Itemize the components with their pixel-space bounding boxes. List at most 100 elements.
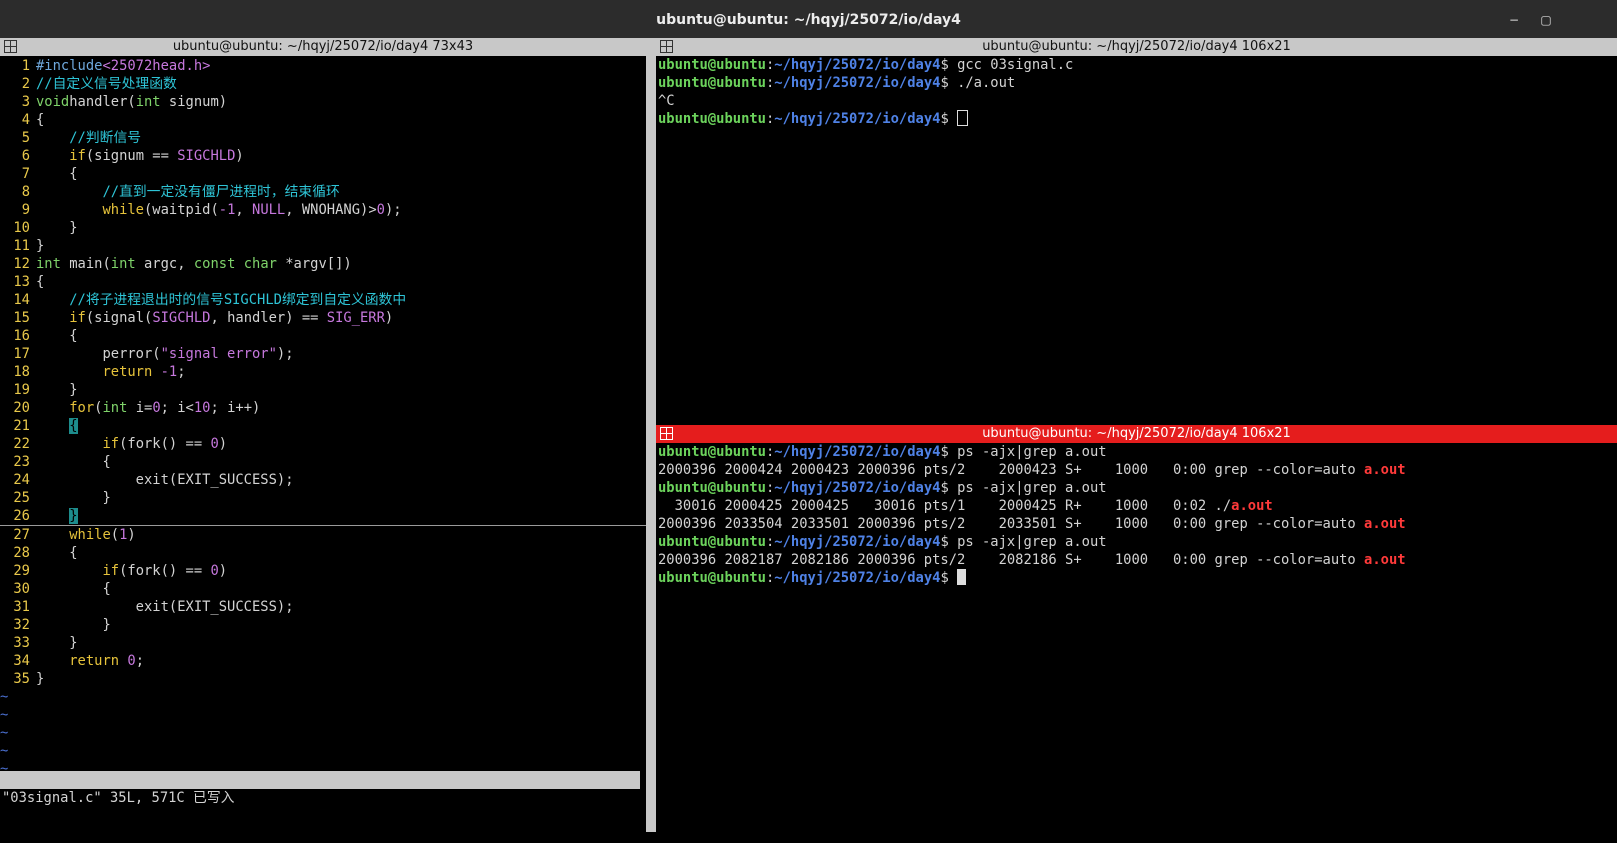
code-token: (: [110, 527, 120, 543]
left-pane-header[interactable]: ubuntu@ubuntu: ~/hqyj/25072/io/day4 73x4…: [0, 38, 646, 56]
status-position: 26,2-5: [481, 808, 531, 824]
code-token: }: [36, 490, 111, 506]
code-line[interactable]: 22 if(fork() == 0): [0, 435, 646, 453]
code-token: }: [36, 671, 45, 687]
code-token: {: [36, 274, 45, 290]
line-number: 30: [13, 581, 30, 597]
code-token: ): [218, 563, 228, 579]
window-title: ubuntu@ubuntu: ~/hqyj/25072/io/day4: [656, 12, 961, 28]
code-line[interactable]: 4{: [0, 111, 646, 129]
code-token: "signal error": [160, 346, 277, 362]
code-token: <25072head.h>: [102, 58, 211, 74]
code-line[interactable]: 28 {: [0, 544, 646, 562]
pane-grid-icon[interactable]: [660, 427, 673, 440]
code-line[interactable]: 30 {: [0, 580, 646, 598]
code-token: ,: [235, 202, 253, 218]
code-token: {: [36, 166, 78, 182]
empty-line-tilde: ~: [0, 689, 9, 705]
code-token: {: [36, 581, 111, 597]
code-line[interactable]: 6 if(signum == SIGCHLD): [0, 147, 646, 165]
code-token: 0: [210, 563, 219, 579]
code-token: (fork() ==: [119, 563, 211, 579]
code-line[interactable]: 24 exit(EXIT_SUCCESS);: [0, 471, 646, 489]
code-line[interactable]: 14 //将子进程退出时的信号SIGCHLD绑定到自定义函数中: [0, 291, 646, 309]
prompt-user: ubuntu@ubuntu: [658, 75, 766, 91]
code-token: }: [36, 635, 78, 651]
line-number: 16: [13, 328, 30, 344]
code-line[interactable]: 9 while(waitpid(-1, NULL, WNOHANG)>0);: [0, 201, 646, 219]
code-line[interactable]: 33 }: [0, 634, 646, 652]
terminal-bottom[interactable]: ubuntu@ubuntu:~/hqyj/25072/io/day4$ ps -…: [658, 443, 1617, 832]
code-token: //判断信号: [69, 130, 142, 146]
vim-editor[interactable]: 1 #include<25072head.h> 2 //自定义信号处理函数 3 voidh…: [0, 56, 646, 770]
code-line[interactable]: 1 #include<25072head.h>: [0, 57, 646, 75]
code-line[interactable]: 23 {: [0, 453, 646, 471]
code-token: int: [36, 256, 61, 272]
line-number: 32: [13, 617, 30, 633]
maximize-button[interactable]: ▢: [1536, 10, 1556, 30]
line-number: 23: [13, 454, 30, 470]
line-number: 6: [21, 148, 30, 164]
output-text: 2000396 2082187 2082186 2000396 pts/2 20…: [658, 552, 1365, 568]
code-line[interactable]: 18 return -1;: [0, 363, 646, 381]
code-line[interactable]: 31 exit(EXIT_SUCCESS);: [0, 598, 646, 616]
line-number: 19: [13, 382, 30, 398]
code-token: ;: [135, 653, 145, 669]
command-text: gcc 03signal.c: [957, 57, 1074, 73]
minimize-button[interactable]: −: [1504, 10, 1524, 30]
code-line[interactable]: 2 //自定义信号处理函数: [0, 75, 646, 93]
code-token: 0: [376, 202, 385, 218]
pane-grid-icon[interactable]: [660, 40, 673, 53]
code-token: }: [36, 382, 78, 398]
code-token: if: [102, 563, 120, 579]
code-token: //将子进程退出时的信号SIGCHLD绑定到自定义函数中: [69, 292, 407, 308]
code-line[interactable]: 3 voidhandler(int signum): [0, 93, 646, 111]
code-line[interactable]: 19 }: [0, 381, 646, 399]
code-line[interactable]: 5 //判断信号: [0, 129, 646, 147]
code-line[interactable]: 17 perror("signal error");: [0, 345, 646, 363]
code-line[interactable]: 10 }: [0, 219, 646, 237]
code-line[interactable]: 8 //直到一定没有僵尸进程时，结束循环: [0, 183, 646, 201]
code-line[interactable]: 25 }: [0, 489, 646, 507]
code-line[interactable]: 20 for(int i=0; i<10; i++): [0, 399, 646, 417]
terminal-cursor[interactable]: [957, 110, 969, 126]
code-line[interactable]: 12 int main(int argc, const char *argv[]): [0, 255, 646, 273]
code-token: SIGCHLD: [177, 148, 236, 164]
code-line[interactable]: 27 while(1): [0, 526, 646, 544]
command-text: ps -ajx|grep a.out: [957, 444, 1107, 460]
code-line[interactable]: 26 }: [0, 507, 646, 526]
line-number: 22: [13, 436, 30, 452]
code-line[interactable]: 32 }: [0, 616, 646, 634]
code-line[interactable]: 21 {: [0, 417, 646, 435]
code-token: while: [69, 527, 111, 543]
code-line[interactable]: 35}: [0, 670, 646, 688]
code-token: , WNOHANG)>: [285, 202, 377, 218]
code-token: exit(EXIT_SUCCESS);: [36, 599, 294, 615]
code-line[interactable]: 13 {: [0, 273, 646, 291]
code-line[interactable]: 16 {: [0, 327, 646, 345]
code-line[interactable]: 11}: [0, 237, 646, 255]
code-line[interactable]: 29 if(fork() == 0): [0, 562, 646, 580]
window-titlebar[interactable]: ubuntu@ubuntu: ~/hqyj/25072/io/day4 − ▢: [0, 0, 1617, 39]
code-line[interactable]: 34 return 0;: [0, 652, 646, 670]
prompt-path: ~/hqyj/25072/io/day4: [774, 111, 941, 127]
code-line[interactable]: 7 {: [0, 165, 646, 183]
pane-grid-icon[interactable]: [4, 40, 17, 53]
code-line[interactable]: 15 if(signal(SIGCHLD, handler) == SIG_ER…: [0, 309, 646, 327]
command-text: ps -ajx|grep a.out: [957, 480, 1107, 496]
line-number: 25: [13, 490, 30, 506]
terminal-top[interactable]: ubuntu@ubuntu:~/hqyj/25072/io/day4$ gcc …: [658, 56, 1617, 424]
right-top-pane-header[interactable]: ubuntu@ubuntu: ~/hqyj/25072/io/day4 106x…: [656, 38, 1617, 56]
pane-divider[interactable]: [646, 38, 656, 832]
empty-line-tilde: ~: [0, 725, 9, 741]
prompt-line: ubuntu@ubuntu:~/hqyj/25072/io/day4$ ps -…: [658, 480, 1107, 496]
right-bottom-pane-header[interactable]: ubuntu@ubuntu: ~/hqyj/25072/io/day4 106x…: [656, 425, 1617, 443]
code-token: 0: [127, 653, 136, 669]
line-number: 20: [13, 400, 30, 416]
terminal-cursor[interactable]: [957, 569, 967, 585]
code-token: ;: [177, 364, 186, 380]
